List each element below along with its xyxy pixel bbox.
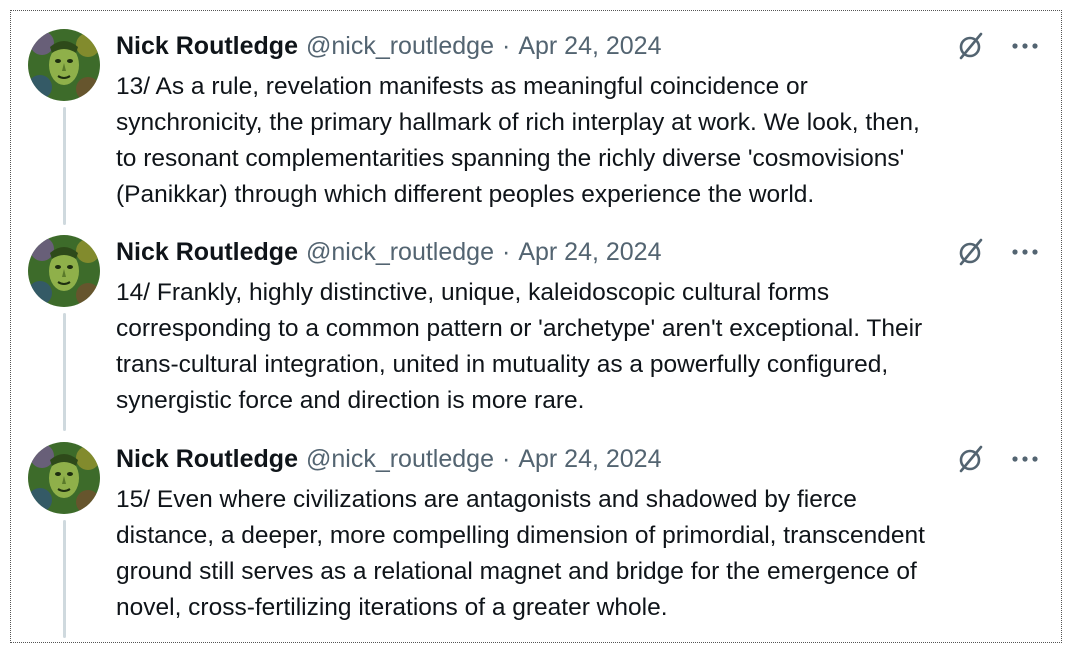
timestamp[interactable]: Apr 24, 2024 [518,445,661,474]
tweet-actions [955,444,1041,474]
tweet-text-line: 13/ As a rule, revelation manifests as m… [116,73,808,100]
thread-line [63,107,66,225]
tweet-text-line: corresponding to a common pattern or 'ar… [116,315,923,342]
author-handle[interactable]: @nick_routledge [306,445,494,474]
tweet-text-line: ground still serves as a relational magn… [116,558,917,585]
tweet[interactable]: Nick Routledge @nick_routledge · Apr 24,… [11,11,1061,225]
tweet-text: 13/ As a rule, revelation manifests as m… [116,69,1051,213]
avatar[interactable] [28,442,100,514]
thread-line [63,520,66,638]
tweet-actions [955,31,1041,61]
avatar[interactable] [28,29,100,101]
tweet-header: Nick Routledge @nick_routledge · Apr 24,… [116,443,661,475]
tweet-text-line: 14/ Frankly, highly distinctive, unique,… [116,279,830,306]
avatar[interactable] [28,235,100,307]
tweet-text-line: distance, a deeper, more compelling dime… [116,522,925,549]
tweet-actions [955,237,1041,267]
more-icon[interactable] [1009,31,1041,61]
tweet-text-line: synergistic force and direction is more … [116,387,585,414]
thread-container: Nick Routledge @nick_routledge · Apr 24,… [10,10,1062,643]
tweet-text: 14/ Frankly, highly distinctive, unique,… [116,275,1051,419]
more-icon[interactable] [1009,237,1041,267]
author-name[interactable]: Nick Routledge [116,32,298,61]
tweet-text-line: (Panikkar) through which different peopl… [116,181,815,208]
tweet-text-line: novel, cross-fertilizing iterations of a… [116,594,668,621]
tweet-text-line: to resonant complementarities spanning t… [116,145,905,172]
tweet-header: Nick Routledge @nick_routledge · Apr 24,… [116,30,661,62]
tweet-header: Nick Routledge @nick_routledge · Apr 24,… [116,236,661,268]
separator: · [501,31,511,60]
timestamp[interactable]: Apr 24, 2024 [518,32,661,61]
separator: · [501,237,511,266]
thread-line [63,313,66,431]
timestamp[interactable]: Apr 24, 2024 [518,238,661,267]
tweet[interactable]: Nick Routledge @nick_routledge · Apr 24,… [11,424,1061,642]
author-handle[interactable]: @nick_routledge [306,32,494,61]
tweet-text-line: 15/ Even where civilizations are antagon… [116,486,857,513]
grok-icon[interactable] [955,31,987,61]
separator: · [501,444,511,473]
tweet-text-line: synchronicity, the primary hallmark of r… [116,109,920,136]
grok-icon[interactable] [955,444,987,474]
grok-icon[interactable] [955,237,987,267]
author-name[interactable]: Nick Routledge [116,445,298,474]
tweet[interactable]: Nick Routledge @nick_routledge · Apr 24,… [11,217,1061,431]
author-name[interactable]: Nick Routledge [116,238,298,267]
tweet-text: 15/ Even where civilizations are antagon… [116,482,1051,626]
tweet-text-line: trans-cultural integration, united in mu… [116,351,889,378]
more-icon[interactable] [1009,444,1041,474]
author-handle[interactable]: @nick_routledge [306,238,494,267]
